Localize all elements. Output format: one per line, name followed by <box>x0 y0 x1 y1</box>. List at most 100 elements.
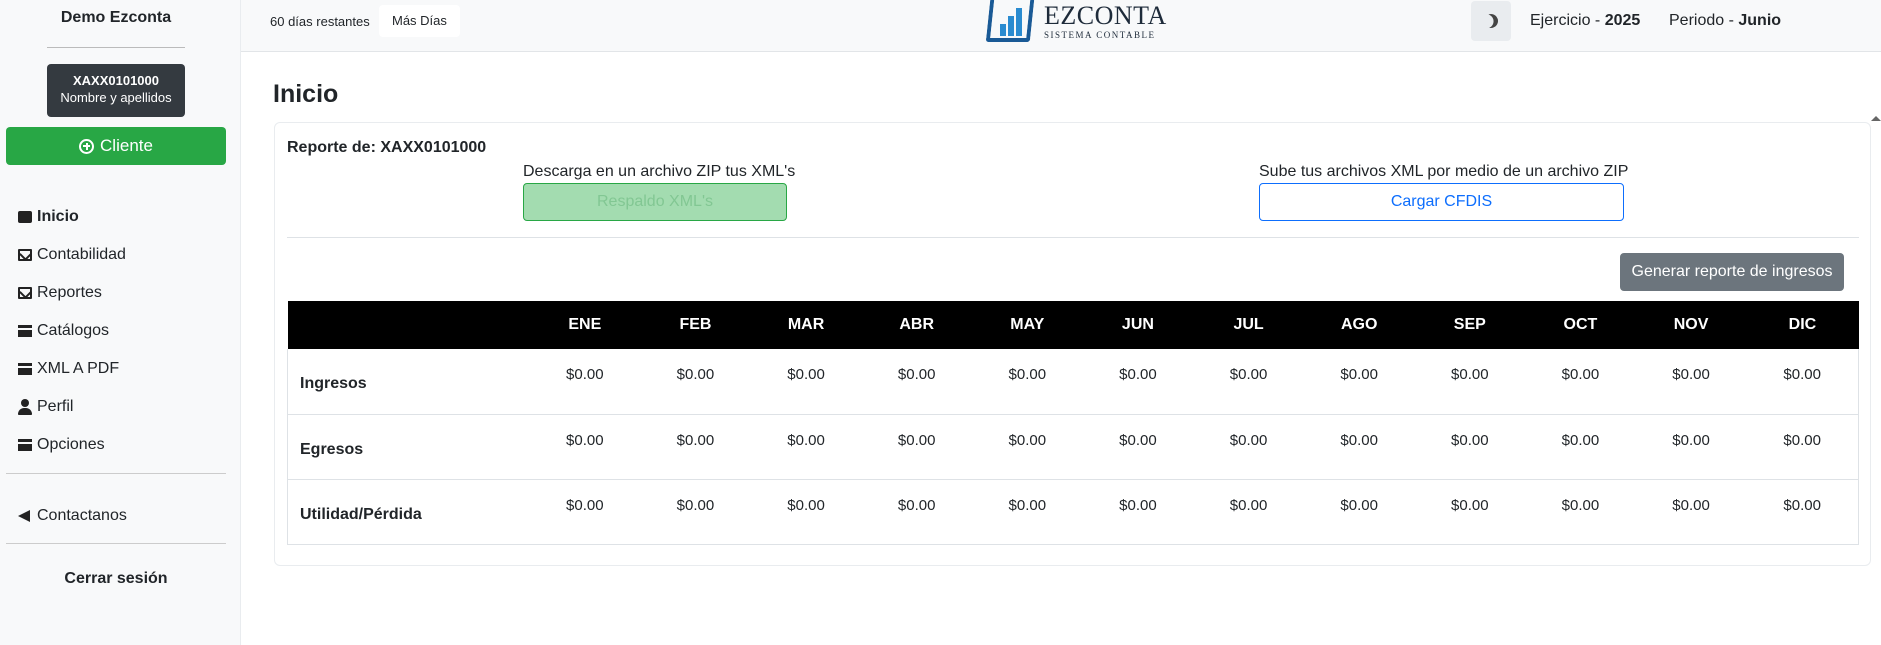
sidebar-divider <box>6 473 226 474</box>
table-cell: $0.00 <box>1635 349 1747 415</box>
card-divider <box>287 237 1859 238</box>
periodo-display[interactable]: Periodo - Junio <box>1669 12 1781 30</box>
upload-label: Sube tus archivos XML por medio de un ar… <box>1259 163 1629 180</box>
table-cell: $0.00 <box>750 349 862 415</box>
table-cell: $0.00 <box>1193 349 1304 415</box>
table-header-blank <box>287 301 530 349</box>
sidebar-brand: Demo Ezconta <box>60 9 172 26</box>
table-header-month: OCT <box>1525 301 1636 349</box>
sidebar-item-inicio[interactable]: Inicio <box>18 198 228 236</box>
table-header-month: MAY <box>972 301 1083 349</box>
table-cell: $0.00 <box>1082 414 1194 480</box>
table-header-month: DIC <box>1746 301 1859 349</box>
row-label: Egresos <box>287 414 530 480</box>
upload-cfdis-button[interactable]: Cargar CFDIS <box>1259 183 1624 221</box>
ejercicio-display[interactable]: Ejercicio - 2025 <box>1530 12 1640 30</box>
report-of: Reporte de: XAXX0101000 <box>287 139 487 156</box>
table-cell: $0.00 <box>640 479 751 545</box>
table-cell: $0.00 <box>1193 414 1304 480</box>
row-label: Ingresos <box>287 349 530 415</box>
user-card[interactable]: XAXX0101000 Nombre y apellidos <box>47 64 185 117</box>
table-cell: $0.00 <box>861 414 972 480</box>
table-cell: $0.00 <box>750 414 862 480</box>
table-cell: $0.00 <box>1746 414 1860 480</box>
row-label: Utilidad/Pérdida <box>287 479 530 545</box>
table-cell: $0.00 <box>1082 479 1194 545</box>
sidebar-item-label: XML A PDF <box>37 360 120 377</box>
table-header-month: FEB <box>640 301 751 349</box>
table-header-month: AGO <box>1303 301 1415 349</box>
logout-button[interactable]: Cerrar sesión <box>0 570 232 588</box>
moon-icon <box>1481 11 1500 30</box>
sidebar-item-contabilidad[interactable]: Contabilidad <box>18 236 228 274</box>
add-client-button[interactable]: Cliente <box>6 127 226 165</box>
table-header-month: JUL <box>1193 301 1304 349</box>
table-cell: $0.00 <box>1414 414 1526 480</box>
envelope-open-icon <box>18 287 32 299</box>
user-name: Nombre y apellidos <box>60 90 172 105</box>
table-header-month: SEP <box>1414 301 1526 349</box>
table-header-row: ENE FEB MAR ABR MAY JUN JUL AGO SEP OCT … <box>287 301 1859 349</box>
table-header-month: ENE <box>529 301 641 349</box>
sidebar: Demo Ezconta XAXX0101000 Nombre y apelli… <box>0 0 241 645</box>
table-header-month: NOV <box>1635 301 1747 349</box>
scroll-up-icon[interactable] <box>1871 116 1881 121</box>
table-row: Utilidad/Pérdida $0.00 $0.00 $0.00 $0.00… <box>287 479 1860 545</box>
megaphone-icon <box>18 510 30 522</box>
generate-report-button[interactable]: Generar reporte de ingresos <box>1620 253 1844 291</box>
table-cell: $0.00 <box>1746 479 1860 545</box>
user-icon <box>18 399 32 415</box>
periodo-label: Periodo - <box>1669 12 1739 29</box>
user-rfc: XAXX0101000 <box>72 73 159 88</box>
sidebar-item-label: Reportes <box>37 284 102 301</box>
table-cell: $0.00 <box>529 479 641 545</box>
report-card: Reporte de: XAXX0101000 Descarga en un a… <box>274 122 1871 566</box>
table-cell: $0.00 <box>861 479 972 545</box>
logo-text: EZCONTA SISTEMA CONTABLE <box>1044 2 1167 41</box>
archive-icon <box>18 439 32 451</box>
plus-circle-icon <box>79 138 95 154</box>
app-root: Demo Ezconta XAXX0101000 Nombre y apelli… <box>0 0 1881 645</box>
ejercicio-label: Ejercicio - <box>1530 12 1605 29</box>
sidebar-item-label: Catálogos <box>37 322 110 339</box>
archive-icon <box>18 325 32 337</box>
ezconta-logo[interactable]: EZCONTA SISTEMA CONTABLE <box>985 0 1167 46</box>
table-header-month: MAR <box>750 301 862 349</box>
table-cell: $0.00 <box>1525 479 1636 545</box>
table-row: Ingresos $0.00 $0.00 $0.00 $0.00 $0.00 $… <box>287 349 1860 415</box>
table-cell: $0.00 <box>972 414 1083 480</box>
backup-xml-button[interactable]: Respaldo XML's <box>523 183 787 221</box>
more-days-button[interactable]: Más Días <box>379 5 460 37</box>
table-cell: $0.00 <box>972 349 1083 415</box>
table-cell: $0.00 <box>1082 349 1194 415</box>
sidebar-item-perfil[interactable]: Perfil <box>18 388 228 426</box>
sidebar-nav: Inicio Contabilidad Reportes Catálogos X… <box>18 198 228 464</box>
logo-mark-icon <box>985 0 1036 44</box>
table-cell: $0.00 <box>1303 479 1415 545</box>
table-row: Egresos $0.00 $0.00 $0.00 $0.00 $0.00 $0… <box>287 414 1860 480</box>
sidebar-divider <box>6 543 226 544</box>
sidebar-item-catalogos[interactable]: Catálogos <box>18 312 228 350</box>
sidebar-item-contactanos[interactable]: Contactanos <box>18 497 127 535</box>
envelope-open-icon <box>18 249 32 261</box>
sidebar-item-opciones[interactable]: Opciones <box>18 426 228 464</box>
sidebar-item-label: Contactanos <box>37 507 127 524</box>
sidebar-item-xml-a-pdf[interactable]: XML A PDF <box>18 350 228 388</box>
table-cell: $0.00 <box>1525 414 1636 480</box>
table-cell: $0.00 <box>529 414 641 480</box>
logo-subtitle: SISTEMA CONTABLE <box>1044 30 1156 40</box>
table-cell: $0.00 <box>972 479 1083 545</box>
table-header-month: ABR <box>861 301 972 349</box>
table-cell: $0.00 <box>1414 349 1526 415</box>
add-client-label: Cliente <box>100 136 153 155</box>
ejercicio-value: 2025 <box>1604 12 1641 29</box>
top-bar: 60 días restantes Más Días EZCONTA SISTE… <box>241 0 1881 52</box>
table-cell: $0.00 <box>640 414 751 480</box>
table-cell: $0.00 <box>861 349 972 415</box>
sidebar-item-reportes[interactable]: Reportes <box>18 274 228 312</box>
dark-mode-toggle[interactable] <box>1471 1 1511 41</box>
table-cell: $0.00 <box>1414 479 1526 545</box>
table-cell: $0.00 <box>1635 414 1747 480</box>
download-label: Descarga en un archivo ZIP tus XML's <box>523 163 796 180</box>
sidebar-item-label: Opciones <box>37 436 105 453</box>
